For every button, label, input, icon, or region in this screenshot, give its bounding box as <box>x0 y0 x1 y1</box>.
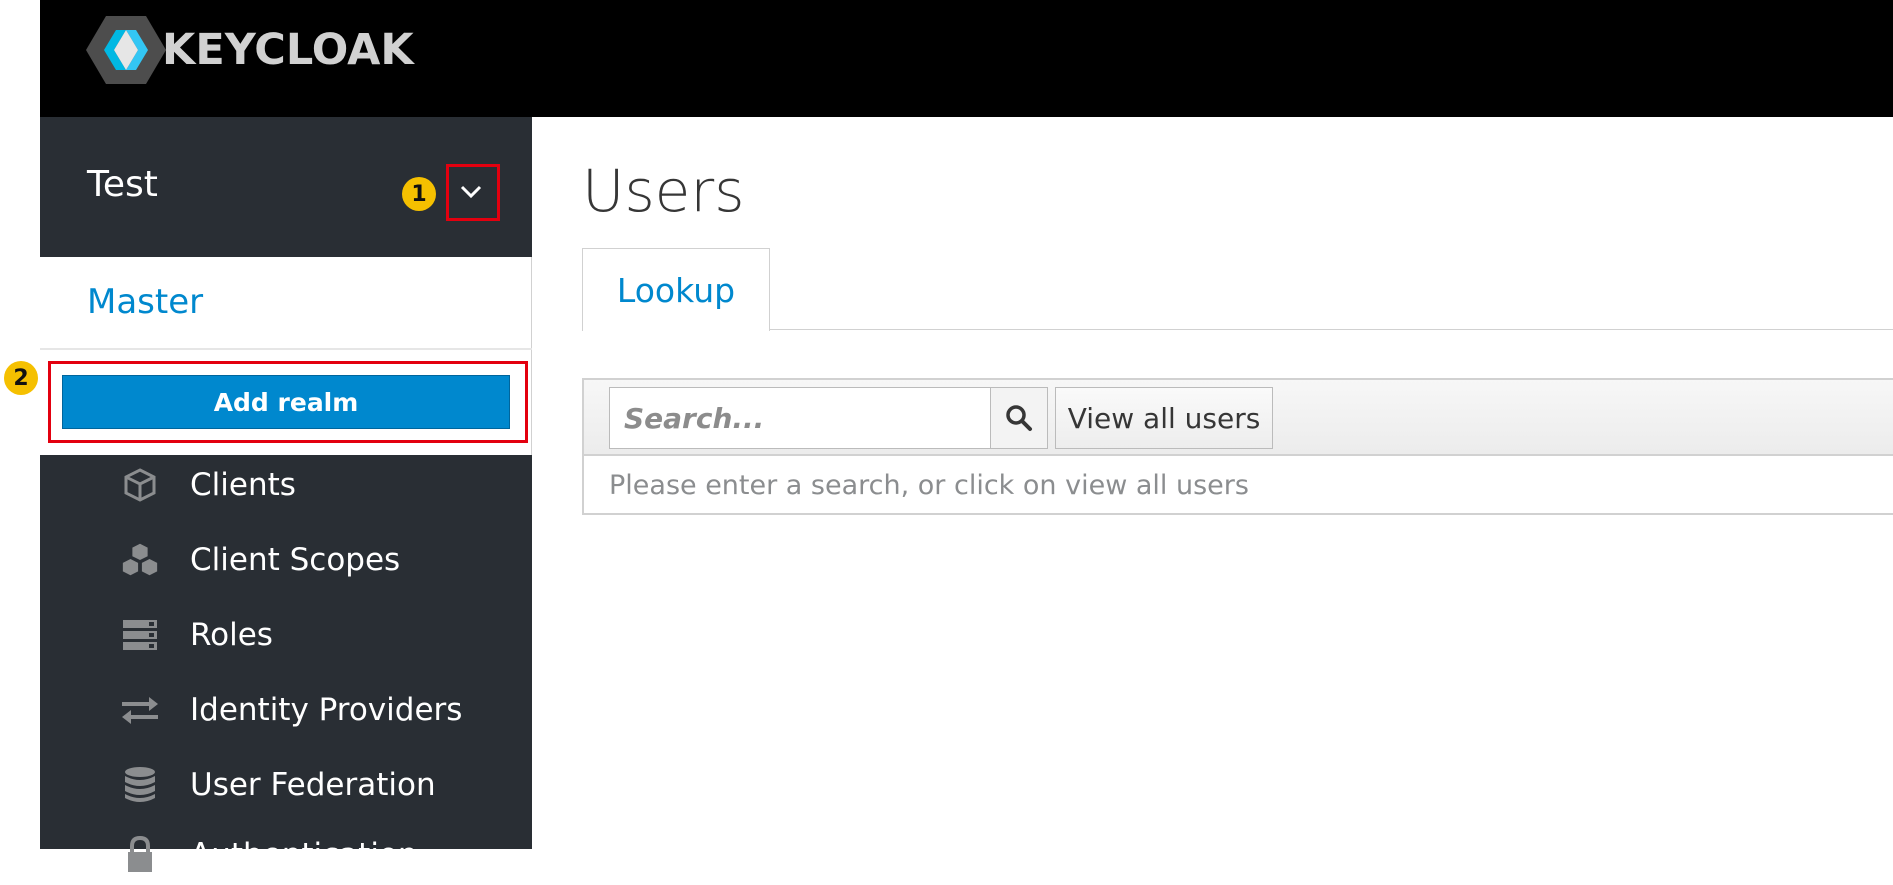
sidebar: Test Master Add realm Clients Client Sco… <box>40 117 532 872</box>
users-search-panel: View all users Please enter a search, or… <box>582 378 1893 515</box>
sidebar-item-clients[interactable]: Clients <box>40 455 532 515</box>
top-header: KEYCLOAK <box>40 0 1893 117</box>
sidebar-item-user-federation[interactable]: User Federation <box>40 755 532 815</box>
keycloak-logo[interactable]: KEYCLOAK <box>86 14 414 86</box>
search-toolbar: View all users <box>584 380 1893 456</box>
search-input[interactable] <box>609 387 991 449</box>
sidebar-item-label: Roles <box>190 616 273 653</box>
database-icon <box>120 765 160 805</box>
sidebar-item-label: Client Scopes <box>190 541 401 578</box>
sidebar-item-label: User Federation <box>190 766 436 803</box>
cubes-icon <box>120 540 160 580</box>
cube-icon <box>120 465 160 505</box>
lock-icon <box>120 835 160 875</box>
sidebar-item-identity-providers[interactable]: Identity Providers <box>40 680 532 740</box>
page-title: Users <box>582 157 745 225</box>
empty-state-hint: Please enter a search, or click on view … <box>609 470 1249 501</box>
sidebar-item-client-scopes[interactable]: Client Scopes <box>40 530 532 590</box>
realm-menu-item-master[interactable]: Master <box>40 257 532 350</box>
annotation-highlight-dropdown <box>446 164 500 221</box>
annotation-step-badge: 2 <box>4 361 38 395</box>
sidebar-item-label: Identity Providers <box>190 691 463 728</box>
exchange-arrows-icon <box>120 690 160 730</box>
annotation-highlight-add-realm <box>48 361 528 443</box>
keycloak-logo-icon <box>86 16 166 84</box>
current-realm-name: Test <box>87 164 158 205</box>
tab-lookup[interactable]: Lookup <box>582 248 770 331</box>
sidebar-item-label: Clients <box>190 466 296 503</box>
view-all-users-button[interactable]: View all users <box>1055 387 1273 449</box>
annotation-step-badge: 1 <box>402 177 436 211</box>
sidebar-item-label: Authentication <box>190 836 418 873</box>
server-stack-icon <box>120 615 160 655</box>
logo-text: KEYCLOAK <box>162 24 414 75</box>
search-icon <box>1006 405 1032 431</box>
sidebar-item-authentication[interactable]: Authentication <box>40 825 532 885</box>
search-button[interactable] <box>990 387 1048 449</box>
realm-menu-item-label: Master <box>87 282 204 322</box>
sidebar-item-roles[interactable]: Roles <box>40 605 532 665</box>
tab-bar-line <box>582 329 1893 330</box>
